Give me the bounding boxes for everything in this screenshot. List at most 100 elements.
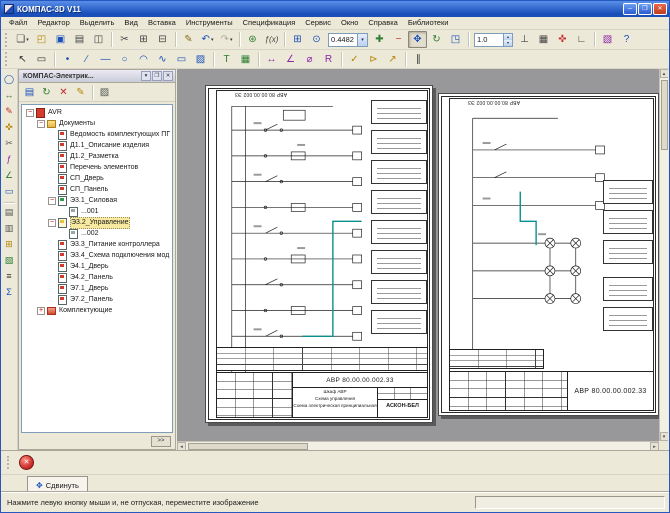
rectangle-tool-button[interactable]: ▭ — [172, 51, 191, 68]
horizontal-scrollbar[interactable]: ◂ ▸ — [177, 441, 659, 450]
tree-item[interactable]: Перечень элементов — [23, 162, 172, 173]
spin-arrows-icon[interactable]: ▴▾ — [503, 34, 512, 46]
tree-item[interactable]: Д1.2_Разметка — [23, 151, 172, 162]
open-document-button[interactable]: ◰ — [32, 31, 51, 48]
roughness-button[interactable]: ✓ — [345, 51, 364, 68]
hatch-tool-button[interactable]: ▨ — [191, 51, 210, 68]
stop-command-button[interactable]: ✕ — [19, 455, 34, 470]
vertical-scroll-thumb[interactable] — [661, 80, 668, 150]
current-step-spin[interactable]: 1.0▴▾ — [474, 33, 513, 47]
tree-item[interactable]: Э4.1_Дверь — [23, 261, 172, 272]
parameterization-tool-button[interactable]: ƒ — [2, 152, 17, 167]
aux-line-button[interactable]: ∕ — [77, 51, 96, 68]
drawing-canvas[interactable]: АВР 80.00.00.002 Э3 — [177, 69, 668, 450]
command-tab-pan[interactable]: ✥ Сдвинуть — [27, 476, 88, 493]
spline-tool-button[interactable]: ∿ — [153, 51, 172, 68]
help-button[interactable]: ? — [617, 31, 636, 48]
print-preview-button[interactable]: ◫ — [89, 31, 108, 48]
break-line-button[interactable]: ∥ — [409, 51, 428, 68]
snap-button[interactable]: ⊥ — [515, 31, 534, 48]
menu-item-specification[interactable]: Спецификация — [238, 17, 301, 29]
panel-float-icon[interactable]: ❐ — [152, 71, 162, 81]
title-bar[interactable]: КОМПАС-3D V11 ─ ❐ ✕ — [1, 1, 669, 17]
vertical-scrollbar[interactable]: ▴ ▾ — [659, 69, 668, 441]
dim-radius-button[interactable]: R — [319, 51, 338, 68]
text-tool-button[interactable]: T — [217, 51, 236, 68]
scroll-up-icon[interactable]: ▴ — [660, 69, 669, 78]
measure-tool-button[interactable]: ∠ — [2, 168, 17, 183]
insert-elements-tool-button[interactable]: ⊞ — [2, 237, 17, 252]
redo-button[interactable]: ↷▾ — [217, 31, 236, 48]
show-all-button[interactable]: ◳ — [446, 31, 465, 48]
scroll-down-icon[interactable]: ▾ — [660, 432, 669, 441]
geometry-tool-button[interactable]: ◯ — [2, 72, 17, 87]
conditional-designations-tool-button[interactable]: ✜ — [2, 120, 17, 135]
library-manager-button[interactable]: ▧ — [598, 31, 617, 48]
menu-item-libraries[interactable]: Библиотеки — [403, 17, 454, 29]
tree-expander-icon[interactable]: − — [37, 120, 45, 128]
dropdown-arrow-icon[interactable]: ▾ — [230, 37, 233, 43]
zoom-in-button[interactable]: ✚ — [370, 31, 389, 48]
link-manager-button[interactable]: ⊛ — [243, 31, 262, 48]
ortho-button[interactable]: ∟ — [572, 31, 591, 48]
tree-item[interactable]: Э7.2_Панель — [23, 294, 172, 305]
tree-item[interactable]: ...002 — [23, 228, 172, 239]
select-frame-button[interactable]: ▭ — [32, 51, 51, 68]
panel-menu-icon[interactable]: ▾ — [141, 71, 151, 81]
tree-item[interactable]: Э4.2_Панель — [23, 272, 172, 283]
tree-expander-icon[interactable]: − — [26, 109, 34, 117]
panel-edit-button[interactable]: ✎ — [72, 84, 89, 100]
panel-close-icon[interactable]: ✕ — [163, 71, 173, 81]
menu-item-file[interactable]: Файл — [4, 17, 32, 29]
pan-button[interactable]: ✥ — [408, 31, 427, 48]
dropdown-arrow-icon[interactable]: ▾ — [26, 37, 29, 43]
close-button[interactable]: ✕ — [653, 3, 667, 15]
editing-tool-button[interactable]: ✂ — [2, 136, 17, 151]
tree-item[interactable]: СП_Дверь — [23, 173, 172, 184]
tree-item[interactable]: −Э3.2_Управление — [23, 217, 172, 228]
tree-item[interactable]: +Комплектующие — [23, 305, 172, 316]
tree-item[interactable]: −AVR — [23, 107, 172, 118]
properties-tool-button[interactable]: ≡ — [2, 269, 17, 284]
maximize-button[interactable]: ❐ — [638, 3, 652, 15]
menu-item-editor[interactable]: Редактор — [32, 17, 74, 29]
local-cs-button[interactable]: ✜ — [553, 31, 572, 48]
dim-angle-button[interactable]: ∠ — [281, 51, 300, 68]
copy-properties-button[interactable]: ✎ — [179, 31, 198, 48]
dim-linear-button[interactable]: ↔ — [262, 51, 281, 68]
refresh-view-button[interactable]: ↻ — [427, 31, 446, 48]
menu-item-view[interactable]: Вид — [119, 17, 143, 29]
designations-tool-button[interactable]: ✎ — [2, 104, 17, 119]
menu-item-window[interactable]: Окно — [336, 17, 363, 29]
tree-item[interactable]: Д1.1_Описание изделия — [23, 140, 172, 151]
reports-tool-button[interactable]: ▥ — [2, 221, 17, 236]
tree-expander-icon[interactable]: − — [48, 219, 56, 227]
zoom-combo[interactable]: 0.4482▾ — [328, 33, 368, 47]
panel-settings-button[interactable]: ▨ — [96, 84, 113, 100]
zoom-frame-button[interactable]: ⊞ — [288, 31, 307, 48]
variables-button[interactable]: ƒ(x) — [262, 31, 281, 48]
tree-expander-icon[interactable]: + — [37, 307, 45, 315]
tree-item[interactable]: Э7.1_Дверь — [23, 283, 172, 294]
specification-tool-button[interactable]: ▤ — [2, 205, 17, 220]
tree-expander-icon[interactable]: − — [48, 197, 56, 205]
print-button[interactable]: ▤ — [70, 31, 89, 48]
panel-refresh-button[interactable]: ↻ — [38, 84, 55, 100]
tree-item[interactable]: Ведомость комплектующих ПГ — [23, 129, 172, 140]
menu-item-select[interactable]: Выделить — [75, 17, 120, 29]
horizontal-scroll-thumb[interactable] — [188, 443, 308, 450]
scroll-left-icon[interactable]: ◂ — [177, 442, 186, 451]
paste-button[interactable]: ⊟ — [153, 31, 172, 48]
menu-item-service[interactable]: Сервис — [300, 17, 336, 29]
property-bar-grip[interactable] — [7, 456, 10, 469]
dimensions-tool-button[interactable]: ↔ — [2, 88, 17, 103]
panel-title-bar[interactable]: КОМПАС-Электрик... ▾ ❐ ✕ — [19, 70, 175, 83]
dim-diameter-button[interactable]: ⌀ — [300, 51, 319, 68]
panel-delete-button[interactable]: ✕ — [55, 84, 72, 100]
new-document-button[interactable]: ❏▾ — [13, 31, 32, 48]
datum-button[interactable]: ⊳ — [364, 51, 383, 68]
point-tool-button[interactable]: • — [58, 51, 77, 68]
menu-item-tools[interactable]: Инструменты — [181, 17, 238, 29]
selection-tool-button[interactable]: ▭ — [2, 184, 17, 199]
leader-button[interactable]: ↗ — [383, 51, 402, 68]
